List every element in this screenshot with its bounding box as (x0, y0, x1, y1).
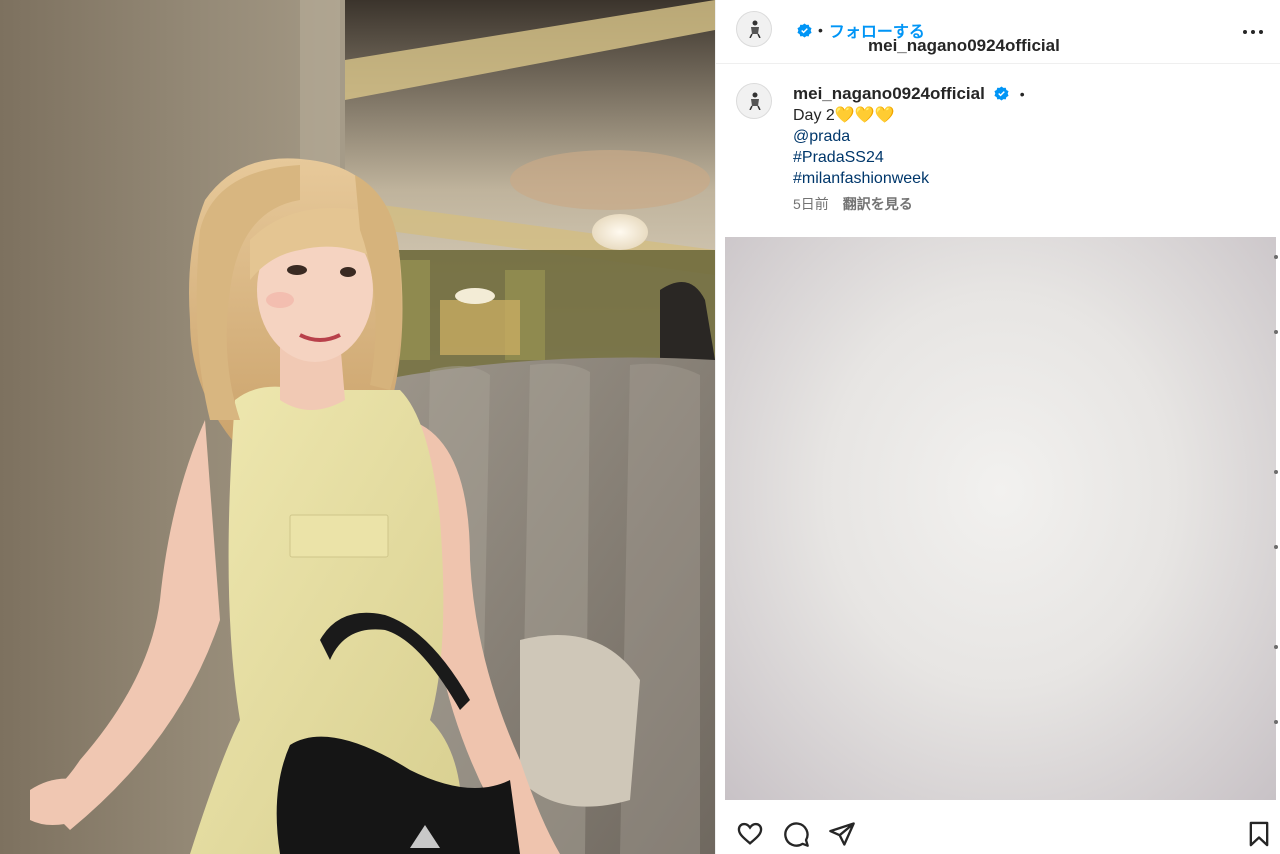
author-username[interactable]: mei_nagano0924official (868, 36, 1060, 56)
caption-author-avatar[interactable] (736, 83, 772, 119)
save-button[interactable] (1245, 820, 1275, 850)
more-dot (1243, 30, 1247, 34)
mention-link[interactable]: @prada (793, 126, 1253, 147)
comment-button[interactable] (782, 820, 812, 850)
hashtag-link[interactable]: #milanfashionweek (793, 168, 1253, 189)
caption-footer: 5日前 翻訳を見る (793, 194, 1253, 215)
more-dot (1259, 30, 1263, 34)
share-button[interactable] (828, 820, 858, 850)
verified-badge-icon (797, 22, 812, 38)
caption-text: mei_nagano0924official • Day 2💛💛💛 @prada… (793, 83, 1253, 215)
post-photo-image (0, 0, 715, 854)
more-options-icon[interactable] (1241, 20, 1265, 44)
scroll-dot (1274, 720, 1278, 724)
scroll-dot (1274, 470, 1278, 474)
post-side-panel: mei_nagano0924official • フォローする mei_naga… (715, 0, 1280, 854)
scroll-dot (1274, 545, 1278, 549)
scroll-dot (1274, 255, 1278, 259)
post-timestamp[interactable]: 5日前 (793, 194, 829, 215)
instagram-post-view: mei_nagano0924official • フォローする mei_naga… (0, 0, 1280, 854)
author-avatar[interactable] (736, 11, 772, 47)
bookmark-icon (1249, 821, 1269, 847)
verified-badge-icon (994, 86, 1009, 101)
heart-icon (737, 822, 763, 845)
header-meta: mei_nagano0924official • フォローする (792, 18, 1060, 55)
caption-line: Day 2💛💛💛 (793, 107, 895, 124)
blurred-comments-area (725, 237, 1276, 800)
separator-dot: • (818, 22, 823, 38)
more-dot (1251, 30, 1255, 34)
avatar-figure-icon (749, 92, 761, 110)
avatar-figure-icon (749, 20, 761, 38)
post-header: mei_nagano0924official • フォローする (716, 0, 1280, 64)
hashtag-link[interactable]: #PradaSS24 (793, 147, 1253, 168)
send-icon (829, 822, 855, 846)
caption-username[interactable]: mei_nagano0924official (793, 84, 985, 103)
scroll-dot (1274, 330, 1278, 334)
caption-header-line: mei_nagano0924official • (793, 83, 1253, 105)
like-button[interactable] (736, 820, 766, 850)
separator-dot: • (1019, 86, 1025, 102)
translate-button[interactable]: 翻訳を見る (843, 194, 913, 215)
scroll-dot (1274, 645, 1278, 649)
post-photo[interactable] (0, 0, 715, 854)
action-bar (716, 812, 1280, 854)
comment-icon (784, 822, 809, 847)
